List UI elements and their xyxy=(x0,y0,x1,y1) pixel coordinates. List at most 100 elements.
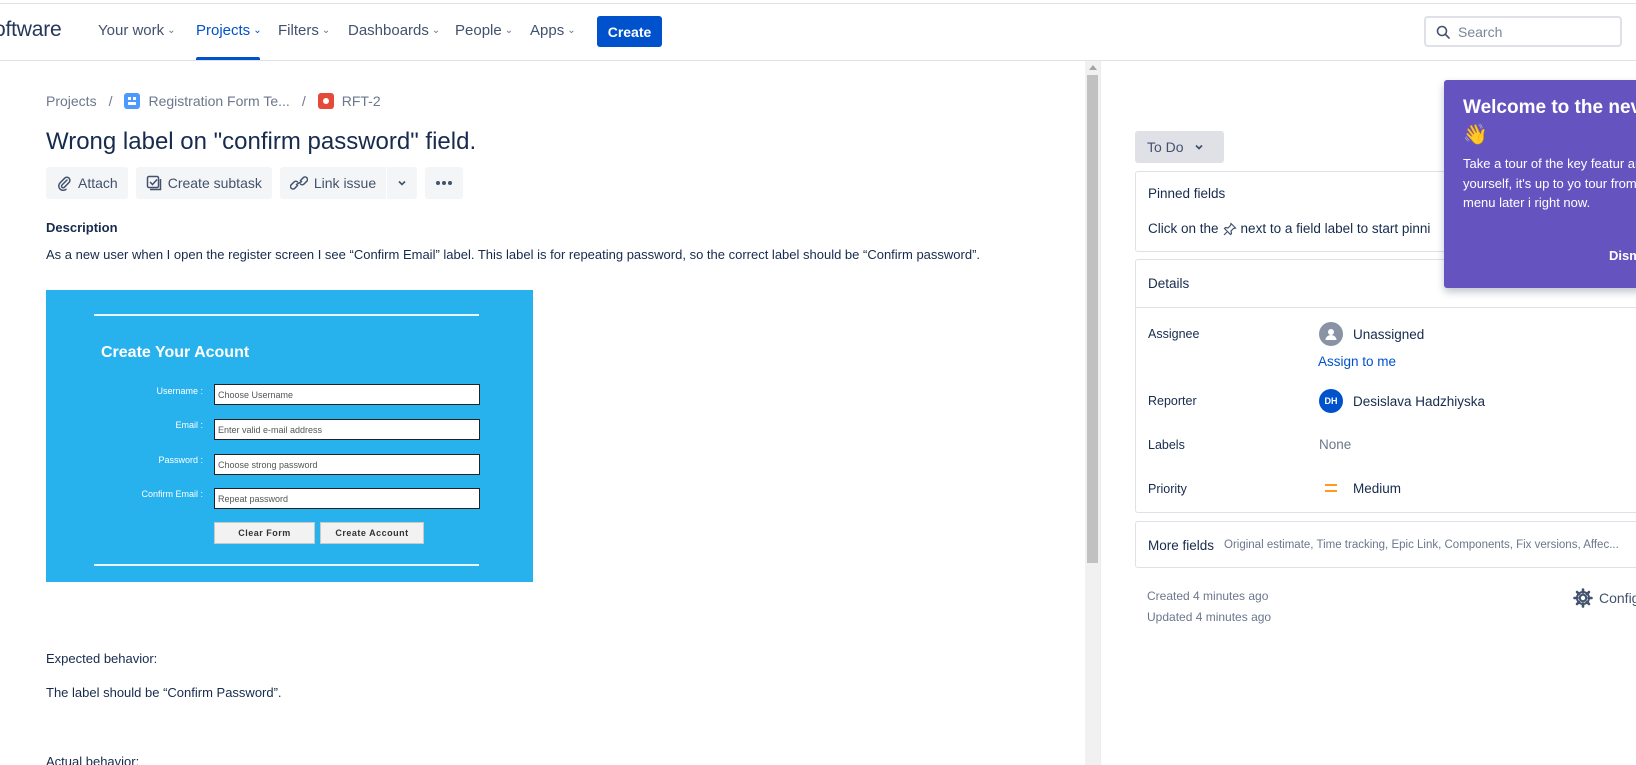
expected-heading: Expected behavior: xyxy=(46,651,158,666)
nav-filters-label: Filters xyxy=(278,22,319,39)
nav-apps[interactable]: Apps ⌄ xyxy=(530,22,576,39)
link-icon xyxy=(289,176,308,190)
description-text[interactable]: As a new user when I open the register s… xyxy=(46,247,980,262)
panel-divider xyxy=(1100,61,1101,765)
created-timestamp: Created 4 minutes ago xyxy=(1147,589,1269,603)
assign-to-me-link[interactable]: Assign to me xyxy=(1318,354,1396,369)
divider-line xyxy=(94,564,479,566)
project-icon xyxy=(124,93,141,109)
chevron-down-icon: ⌄ xyxy=(431,25,441,36)
chevron-down-icon xyxy=(1194,144,1203,150)
more-fields-summary: Original estimate, Time tracking, Epic L… xyxy=(1224,539,1619,551)
description-heading: Description xyxy=(46,220,118,235)
welcome-spotlight: Welcome to the nev 👋 Take a tour of the … xyxy=(1444,80,1636,288)
nav-people[interactable]: People ⌄ xyxy=(455,22,513,39)
nav-projects-label: Projects xyxy=(196,22,251,39)
nav-active-indicator xyxy=(196,57,260,60)
attached-screenshot[interactable]: Create Your Acount Username : Choose Use… xyxy=(46,290,533,582)
updated-timestamp: Updated 4 minutes ago xyxy=(1147,610,1272,624)
labels-value[interactable]: None xyxy=(1319,437,1351,452)
details-panel: Details Assignee Unassigned Reporter DH … xyxy=(1135,259,1636,513)
link-issue-button[interactable]: Link issue xyxy=(279,167,387,199)
paperclip-icon xyxy=(58,176,71,191)
avatar xyxy=(1319,322,1343,346)
breadcrumb-projects[interactable]: Projects xyxy=(46,93,97,109)
configure-button[interactable]: Config xyxy=(1573,588,1636,608)
form-label: Email : xyxy=(175,420,203,430)
priority-value[interactable]: Medium xyxy=(1319,480,1401,496)
spotlight-heading: Welcome to the nev xyxy=(1463,97,1636,118)
more-actions-button[interactable] xyxy=(425,167,464,199)
priority-label: Priority xyxy=(1148,482,1187,496)
chevron-down-icon: ⌄ xyxy=(253,25,262,36)
search-icon xyxy=(1436,25,1450,39)
breadcrumb-separator: / xyxy=(301,93,306,109)
more-fields-panel[interactable]: More fields Original estimate, Time trac… xyxy=(1135,521,1636,568)
pin-icon xyxy=(1223,221,1237,235)
assignee-name: Unassigned xyxy=(1353,326,1425,342)
status-label: To Do xyxy=(1147,139,1184,155)
nav-apps-label: Apps xyxy=(530,22,565,39)
labels-label: Labels xyxy=(1148,438,1185,452)
create-subtask-button[interactable]: Create subtask xyxy=(135,167,272,199)
gear-icon xyxy=(1573,588,1593,608)
create-subtask-label: Create subtask xyxy=(167,175,262,191)
nav-dashboards[interactable]: Dashboards ⌄ xyxy=(348,22,440,39)
breadcrumb-project[interactable]: Registration Form Te... xyxy=(148,93,289,109)
create-button[interactable]: Create xyxy=(597,16,662,47)
breadcrumb-separator: / xyxy=(108,93,113,109)
link-issue-group: Link issue xyxy=(279,167,418,199)
scrollbar-thumb[interactable] xyxy=(1087,75,1098,563)
assignee-value[interactable]: Unassigned xyxy=(1319,322,1424,346)
dismiss-button[interactable]: Dism xyxy=(1609,248,1636,263)
search-box[interactable] xyxy=(1424,16,1622,47)
wave-icon: 👋 xyxy=(1463,124,1488,146)
form-field: Choose Username xyxy=(214,384,480,405)
issue-title[interactable]: Wrong label on "confirm password" field. xyxy=(46,128,476,156)
nav-projects[interactable]: Projects ⌄ xyxy=(196,22,262,39)
form-field: Enter valid e-mail address xyxy=(214,419,480,440)
breadcrumb-issue-key[interactable]: RFT-2 xyxy=(342,93,381,109)
create-account-button: Create Account xyxy=(320,522,424,544)
chevron-down-icon: ⌄ xyxy=(167,25,176,36)
nav-filters[interactable]: Filters ⌄ xyxy=(278,22,330,39)
expected-text: The label should be “Confirm Password”. xyxy=(46,685,282,700)
actual-heading: Actual behavior: xyxy=(46,754,140,765)
clear-form-button: Clear Form xyxy=(214,522,315,544)
nav-your-work-label: Your work xyxy=(98,22,165,39)
assignee-label: Assignee xyxy=(1148,327,1200,341)
scrollbar[interactable] xyxy=(1085,61,1100,765)
nav-dashboards-label: Dashboards xyxy=(348,22,429,39)
form-field: Repeat password xyxy=(214,488,480,509)
top-border xyxy=(0,3,1636,4)
avatar: DH xyxy=(1319,389,1343,413)
form-label: Username : xyxy=(156,386,203,396)
subtask-icon xyxy=(146,175,161,191)
priority-name: Medium xyxy=(1353,480,1402,496)
form-label: Password : xyxy=(158,455,203,465)
spotlight-body: Take a tour of the key featur around you… xyxy=(1463,156,1636,210)
reporter-label: Reporter xyxy=(1148,394,1197,408)
status-dropdown[interactable]: To Do xyxy=(1135,131,1224,163)
reporter-name: Desislava Hadzhiyska xyxy=(1353,393,1486,409)
link-issue-dropdown[interactable] xyxy=(387,167,418,199)
search-input[interactable] xyxy=(1458,23,1608,40)
chevron-down-icon: ⌄ xyxy=(321,25,331,36)
bug-icon xyxy=(317,93,334,109)
more-fields-title: More fields xyxy=(1148,538,1215,553)
scroll-up-icon[interactable] xyxy=(1089,65,1097,70)
pinned-hint-post: next to a field label to start pinni xyxy=(1240,221,1431,236)
more-icon xyxy=(436,181,453,185)
reporter-value[interactable]: DH Desislava Hadzhiyska xyxy=(1319,389,1485,413)
pinned-hint-pre: Click on the xyxy=(1148,221,1219,236)
form-heading: Create Your Acount xyxy=(101,344,250,361)
details-title: Details xyxy=(1148,276,1190,291)
nav-your-work[interactable]: Your work ⌄ xyxy=(98,22,176,39)
chevron-down-icon: ⌄ xyxy=(567,25,576,36)
attach-button[interactable]: Attach xyxy=(46,167,128,199)
pinned-fields-title: Pinned fields xyxy=(1148,186,1226,201)
product-brand[interactable]: oftware xyxy=(0,18,62,42)
chevron-down-icon xyxy=(398,180,406,186)
form-field: Choose strong password xyxy=(214,454,480,475)
attach-label: Attach xyxy=(78,175,118,191)
